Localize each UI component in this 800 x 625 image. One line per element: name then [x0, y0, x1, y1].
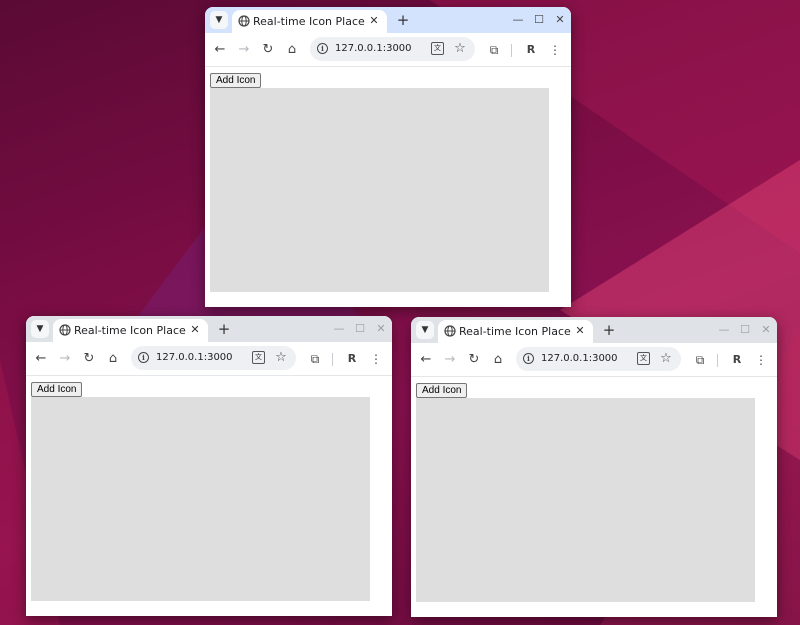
translate-icon[interactable]: 文 [431, 42, 444, 55]
extensions-icon[interactable]: ⧉ [691, 351, 709, 369]
browser-window-bottom-left[interactable]: ▼ Real-time Icon Placement ✕ + — ☐ ✕ ← →… [26, 316, 392, 616]
tab-search-chevron-icon[interactable]: ▼ [31, 320, 49, 338]
tab-search-chevron-icon[interactable]: ▼ [210, 11, 228, 29]
extensions-icon[interactable]: ⧉ [306, 350, 324, 368]
bookmark-star-icon[interactable]: ☆ [659, 350, 673, 367]
site-info-icon[interactable]: i [138, 352, 149, 363]
home-icon[interactable]: ⌂ [283, 41, 301, 59]
toolbar-divider [332, 353, 333, 366]
translate-icon[interactable]: 文 [252, 351, 265, 364]
menu-dots-icon[interactable]: ⋮ [367, 350, 385, 368]
reload-icon[interactable]: ↻ [80, 350, 98, 368]
forward-arrow-icon[interactable]: → [56, 350, 74, 368]
tab-close-icon[interactable]: ✕ [573, 323, 587, 339]
title-bar[interactable]: ▼ Real-time Icon Placement ✕ + — ☐ ✕ [205, 7, 571, 33]
minimize-icon[interactable]: — [331, 321, 347, 337]
title-bar[interactable]: ▼ Real-time Icon Placement ✕ + — ☐ ✕ [26, 316, 392, 342]
forward-arrow-icon[interactable]: → [235, 41, 253, 59]
address-bar[interactable]: i 127.0.0.1:3000 文 ☆ [131, 346, 296, 370]
extensions-icon[interactable]: ⧉ [485, 41, 503, 59]
menu-dots-icon[interactable]: ⋮ [546, 41, 564, 59]
browser-window-top[interactable]: ▼ Real-time Icon Placement ✕ + — ☐ ✕ ← →… [205, 7, 571, 307]
toolbar-divider [717, 354, 718, 367]
icon-canvas[interactable] [31, 397, 370, 601]
address-bar[interactable]: i 127.0.0.1:3000 文 ☆ [310, 37, 475, 61]
icon-canvas[interactable] [210, 88, 549, 292]
site-info-icon[interactable]: i [317, 43, 328, 54]
tab-close-icon[interactable]: ✕ [367, 13, 381, 29]
minimize-icon[interactable]: — [510, 12, 526, 28]
globe-icon [444, 325, 456, 337]
bookmark-star-icon[interactable]: ☆ [274, 349, 288, 366]
browser-tab[interactable]: Real-time Icon Placement ✕ [438, 320, 593, 343]
window-close-icon[interactable]: ✕ [758, 322, 774, 338]
back-arrow-icon[interactable]: ← [417, 351, 435, 369]
url-text[interactable]: 127.0.0.1:3000 [541, 351, 631, 366]
menu-dots-icon[interactable]: ⋮ [752, 351, 770, 369]
profile-icon[interactable]: R [522, 41, 540, 59]
home-icon[interactable]: ⌂ [489, 351, 507, 369]
page-content: Add Icon [205, 68, 571, 307]
tab-title: Real-time Icon Placement [253, 15, 365, 28]
page-content: Add Icon [411, 378, 777, 617]
profile-icon[interactable]: R [728, 351, 746, 369]
address-bar[interactable]: i 127.0.0.1:3000 文 ☆ [516, 347, 681, 371]
window-close-icon[interactable]: ✕ [373, 321, 389, 337]
minimize-icon[interactable]: — [716, 322, 732, 338]
icon-canvas[interactable] [416, 398, 755, 602]
bookmark-star-icon[interactable]: ☆ [453, 40, 467, 57]
browser-toolbar: ← → ↻ ⌂ i 127.0.0.1:3000 文 ☆ ⧉ R ⋮ [411, 343, 777, 377]
add-icon-button[interactable]: Add Icon [416, 383, 468, 398]
maximize-icon[interactable]: ☐ [352, 321, 368, 337]
globe-icon [59, 324, 71, 336]
browser-window-bottom-right[interactable]: ▼ Real-time Icon Placement ✕ + — ☐ ✕ ← →… [411, 317, 777, 617]
url-text[interactable]: 127.0.0.1:3000 [335, 41, 425, 56]
profile-icon[interactable]: R [343, 350, 361, 368]
tab-title: Real-time Icon Placement [74, 324, 186, 337]
title-bar[interactable]: ▼ Real-time Icon Placement ✕ + — ☐ ✕ [411, 317, 777, 343]
tab-close-icon[interactable]: ✕ [188, 322, 202, 338]
translate-icon[interactable]: 文 [637, 352, 650, 365]
site-info-icon[interactable]: i [523, 353, 534, 364]
add-icon-button[interactable]: Add Icon [31, 382, 83, 397]
maximize-icon[interactable]: ☐ [531, 12, 547, 28]
forward-arrow-icon[interactable]: → [441, 351, 459, 369]
browser-toolbar: ← → ↻ ⌂ i 127.0.0.1:3000 文 ☆ ⧉ R ⋮ [26, 342, 392, 376]
globe-icon [238, 15, 250, 27]
tab-title: Real-time Icon Placement [459, 325, 571, 338]
maximize-icon[interactable]: ☐ [737, 322, 753, 338]
window-close-icon[interactable]: ✕ [552, 12, 568, 28]
toolbar-divider [511, 44, 512, 57]
reload-icon[interactable]: ↻ [259, 41, 277, 59]
new-tab-button[interactable]: + [600, 320, 618, 340]
new-tab-button[interactable]: + [394, 10, 412, 30]
browser-toolbar: ← → ↻ ⌂ i 127.0.0.1:3000 文 ☆ ⧉ R ⋮ [205, 33, 571, 67]
reload-icon[interactable]: ↻ [465, 351, 483, 369]
browser-tab[interactable]: Real-time Icon Placement ✕ [232, 10, 387, 33]
url-text[interactable]: 127.0.0.1:3000 [156, 350, 246, 365]
tab-search-chevron-icon[interactable]: ▼ [416, 321, 434, 339]
page-content: Add Icon [26, 377, 392, 616]
back-arrow-icon[interactable]: ← [32, 350, 50, 368]
browser-tab[interactable]: Real-time Icon Placement ✕ [53, 319, 208, 342]
add-icon-button[interactable]: Add Icon [210, 73, 262, 88]
home-icon[interactable]: ⌂ [104, 350, 122, 368]
new-tab-button[interactable]: + [215, 319, 233, 339]
back-arrow-icon[interactable]: ← [211, 41, 229, 59]
